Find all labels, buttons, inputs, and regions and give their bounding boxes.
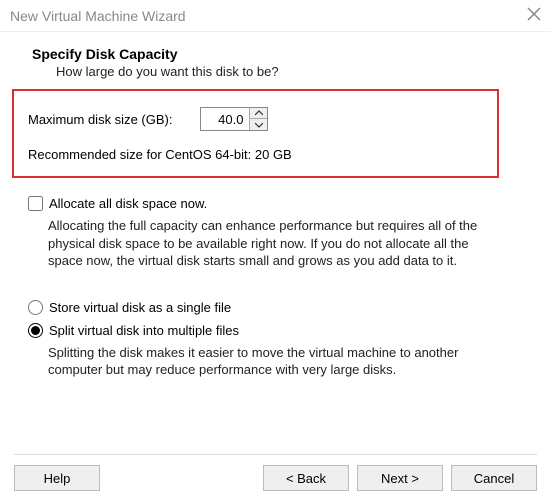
- back-button[interactable]: < Back: [263, 465, 349, 491]
- disk-size-section: Maximum disk size (GB): Recommended size…: [12, 89, 499, 178]
- allocate-checkbox[interactable]: [28, 196, 43, 211]
- spinner-buttons: [249, 108, 267, 130]
- next-button[interactable]: Next >: [357, 465, 443, 491]
- spinner-up-button[interactable]: [250, 108, 267, 119]
- allocate-label: Allocate all disk space now.: [49, 196, 207, 211]
- recommended-size-text: Recommended size for CentOS 64-bit: 20 G…: [28, 147, 483, 162]
- single-file-label: Store virtual disk as a single file: [49, 300, 231, 315]
- page-title: Specify Disk Capacity: [32, 46, 529, 62]
- disk-size-spinner: [200, 107, 268, 131]
- allocate-section: Allocate all disk space now. Allocating …: [28, 196, 499, 270]
- titlebar: New Virtual Machine Wizard: [0, 0, 551, 32]
- split-file-radio[interactable]: [28, 323, 43, 338]
- split-file-row: Split virtual disk into multiple files: [28, 323, 499, 338]
- close-button[interactable]: [527, 7, 541, 24]
- storage-section: Store virtual disk as a single file Spli…: [28, 300, 499, 379]
- button-spacer: [108, 465, 255, 491]
- allocate-checkbox-row: Allocate all disk space now.: [28, 196, 499, 211]
- cancel-button[interactable]: Cancel: [451, 465, 537, 491]
- help-button[interactable]: Help: [14, 465, 100, 491]
- button-bar: Help < Back Next > Cancel: [14, 454, 537, 491]
- single-file-row: Store virtual disk as a single file: [28, 300, 499, 315]
- window-title: New Virtual Machine Wizard: [10, 8, 527, 24]
- spinner-down-button[interactable]: [250, 119, 267, 130]
- chevron-down-icon: [255, 122, 263, 128]
- close-icon: [527, 7, 541, 21]
- split-file-label: Split virtual disk into multiple files: [49, 323, 239, 338]
- disk-size-row: Maximum disk size (GB):: [28, 107, 483, 131]
- page-subtitle: How large do you want this disk to be?: [56, 64, 529, 79]
- single-file-radio[interactable]: [28, 300, 43, 315]
- disk-size-label: Maximum disk size (GB):: [28, 112, 172, 127]
- chevron-up-icon: [255, 110, 263, 116]
- split-description: Splitting the disk makes it easier to mo…: [48, 344, 499, 379]
- content-area: Specify Disk Capacity How large do you w…: [0, 32, 551, 379]
- allocate-description: Allocating the full capacity can enhance…: [48, 217, 499, 270]
- disk-size-input[interactable]: [201, 108, 249, 130]
